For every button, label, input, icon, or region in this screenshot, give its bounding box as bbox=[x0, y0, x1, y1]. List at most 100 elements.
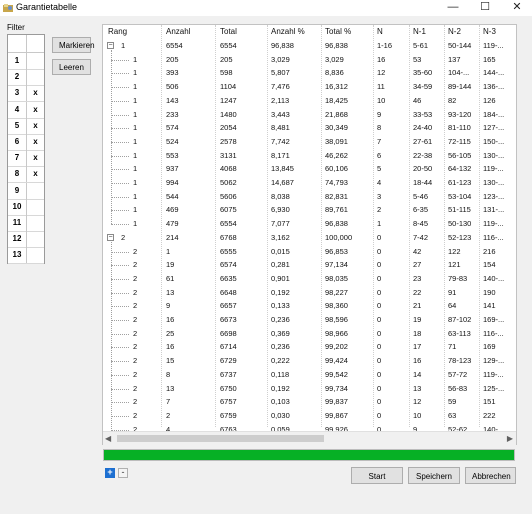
filter-row-mark[interactable] bbox=[27, 215, 44, 231]
maximize-button[interactable]: ☐ bbox=[472, 0, 498, 16]
cell-anzahl-pct: 0,103 bbox=[271, 397, 290, 407]
filter-row-mark[interactable] bbox=[27, 183, 44, 199]
table-row[interactable]: 1 143 1247 2,113 18,425 10 46 82 126 bbox=[103, 94, 516, 108]
filter-row[interactable]: 13 bbox=[8, 247, 44, 265]
minimize-button[interactable]: — bbox=[440, 0, 466, 16]
tree-group-row[interactable]: −2 214 6768 3,162 100,000 0 7-42 52-123 116-... bbox=[103, 231, 516, 245]
table-row[interactable]: 1 469 6075 6,930 89,761 2 6-35 51-115 131-... bbox=[103, 203, 516, 217]
filter-row[interactable]: 11 bbox=[8, 215, 44, 232]
cell-total: 6555 bbox=[220, 246, 237, 256]
table-row[interactable]: 1 479 6554 7,077 96,838 1 8-45 50-130 119-... bbox=[103, 217, 516, 231]
column-header-total[interactable]: Total bbox=[220, 27, 237, 36]
start-button[interactable]: Start bbox=[351, 467, 403, 484]
cell-total-pct: 99,734 bbox=[325, 383, 348, 393]
filter-row[interactable]: 6x bbox=[8, 134, 44, 151]
filter-row-number: 10 bbox=[8, 198, 27, 215]
table-row[interactable]: 1 994 5062 14,687 74,793 4 18-44 61-123 130-... bbox=[103, 176, 516, 190]
table-row[interactable]: 1 524 2578 7,742 38,091 7 27-61 72-115 150-... bbox=[103, 135, 516, 149]
column-header-n[interactable]: N bbox=[377, 27, 383, 36]
filter-row[interactable]: 8x bbox=[8, 166, 44, 184]
filter-row-mark[interactable] bbox=[27, 69, 44, 85]
cell-anzahl: 8 bbox=[166, 369, 171, 379]
filter-row[interactable]: 9 bbox=[8, 182, 44, 200]
cancel-button[interactable]: Abbrechen bbox=[465, 467, 516, 484]
filter-row-mark[interactable]: x bbox=[27, 118, 44, 134]
cell-n: 9 bbox=[377, 109, 382, 119]
table-row[interactable]: 2 8 6737 0,118 99,542 0 14 57-72 119-... bbox=[103, 368, 516, 382]
minus-icon[interactable]: - bbox=[118, 468, 128, 478]
table-row[interactable]: 1 506 1104 7,476 16,312 11 34-59 89-144 136-... bbox=[103, 80, 516, 94]
table-row[interactable]: 2 13 6648 0,192 98,227 0 22 91 190 bbox=[103, 286, 516, 300]
filter-row[interactable]: 4x bbox=[8, 101, 44, 119]
filter-row[interactable]: 3x bbox=[8, 85, 44, 103]
table-row[interactable]: 2 61 6635 0,901 98,035 0 23 79-83 140-... bbox=[103, 272, 516, 286]
table-row[interactable]: 2 1 6555 0,015 96,853 0 42 122 216 bbox=[103, 245, 516, 259]
column-header-n2[interactable]: N-2 bbox=[448, 27, 461, 36]
cell-rang: 2 bbox=[133, 273, 138, 283]
table-row[interactable]: 1 544 5606 8,038 82,831 3 5-46 53-104 123-... bbox=[103, 190, 516, 204]
filter-row[interactable]: 5x bbox=[8, 117, 44, 135]
tree-connector bbox=[111, 251, 129, 253]
cell-n1: 10 bbox=[413, 410, 422, 420]
filter-row-mark[interactable]: x bbox=[27, 134, 44, 150]
filter-row-mark[interactable]: x bbox=[27, 85, 44, 101]
collapse-icon[interactable]: − bbox=[107, 42, 114, 49]
table-row[interactable]: 2 25 6698 0,369 98,966 0 18 63-113 116-... bbox=[103, 327, 516, 341]
column-header-rang[interactable]: Rang bbox=[108, 27, 127, 36]
filter-row-mark[interactable]: x bbox=[27, 150, 44, 166]
cell-total-pct: 30,349 bbox=[325, 123, 348, 133]
filter-row-mark[interactable]: x bbox=[27, 102, 44, 118]
collapse-icon[interactable]: − bbox=[107, 233, 114, 241]
filter-row[interactable]: 7x bbox=[8, 150, 44, 168]
filter-row[interactable]: 10 bbox=[8, 198, 44, 216]
table-row[interactable]: 1 393 598 5,807 8,836 12 35-60 104-... 144-... bbox=[103, 66, 516, 80]
cell-anzahl-pct: 7,742 bbox=[271, 136, 290, 146]
cell-n1: 22-38 bbox=[413, 150, 433, 160]
scroll-thumb[interactable] bbox=[117, 435, 324, 442]
save-button[interactable]: Speichern bbox=[408, 467, 460, 484]
table-row[interactable]: 2 9 6657 0,133 98,360 0 21 64 141 bbox=[103, 299, 516, 313]
cell-n2: 137 bbox=[448, 54, 461, 64]
table-row[interactable]: 2 16 6673 0,236 98,596 0 19 87-102 169-... bbox=[103, 313, 516, 327]
table-row[interactable]: 1 233 1480 3,443 21,868 9 33-53 93-120 184-... bbox=[103, 108, 516, 122]
cell-total-pct: 89,761 bbox=[325, 205, 348, 215]
column-header-anzahl-pct[interactable]: Anzahl % bbox=[271, 27, 305, 36]
filter-row-mark[interactable]: x bbox=[27, 166, 44, 182]
table-row[interactable]: 2 13 6750 0,192 99,734 0 13 56-83 125-... bbox=[103, 382, 516, 396]
close-button[interactable]: ✕ bbox=[504, 0, 530, 16]
scroll-left-icon[interactable]: ◀ bbox=[105, 434, 111, 443]
table-row[interactable]: 1 553 3131 8,171 46,262 6 22-38 56-105 130-... bbox=[103, 149, 516, 163]
plus-icon[interactable]: + bbox=[105, 468, 115, 478]
mark-button[interactable]: Markieren bbox=[52, 37, 95, 53]
cell-total: 6648 bbox=[220, 287, 237, 297]
table-row[interactable]: 2 7 6757 0,103 99,837 0 12 59 151 bbox=[103, 395, 516, 409]
filter-row[interactable]: 1 bbox=[8, 53, 44, 70]
column-header-total-pct[interactable]: Total % bbox=[325, 27, 351, 36]
table-row[interactable]: 2 2 6759 0,030 99,867 0 10 63 222 bbox=[103, 409, 516, 423]
tree-group-row[interactable]: −1 6554 6554 96,838 96,838 1-16 5-61 50-144 119-… bbox=[103, 39, 516, 53]
cell-anzahl-pct: 3,162 bbox=[271, 232, 290, 242]
filter-row-mark[interactable] bbox=[27, 199, 44, 215]
cell-total-pct: 98,360 bbox=[325, 301, 348, 311]
scroll-right-icon[interactable]: ▶ bbox=[507, 434, 513, 443]
cell-n3: 131-... bbox=[483, 205, 505, 215]
horizontal-scrollbar[interactable]: ◀ ▶ bbox=[103, 431, 516, 445]
cell-anzahl: 937 bbox=[166, 164, 179, 174]
cell-total-pct: 38,091 bbox=[325, 136, 348, 146]
column-header-n3[interactable]: N-3 bbox=[483, 27, 496, 36]
filter-row-mark[interactable] bbox=[27, 53, 44, 69]
tree-connector bbox=[111, 333, 129, 335]
table-row[interactable]: 1 937 4068 13,845 60,106 5 20-50 64-132 119-... bbox=[103, 162, 516, 176]
table-row[interactable]: 1 574 2054 8,481 30,349 8 24-40 81-110 127-... bbox=[103, 121, 516, 135]
filter-row-mark[interactable] bbox=[27, 247, 44, 263]
column-header-anzahl[interactable]: Anzahl bbox=[166, 27, 190, 36]
filter-row[interactable]: 12 bbox=[8, 231, 44, 249]
table-row[interactable]: 2 15 6729 0,222 99,424 0 16 78-123 129-... bbox=[103, 354, 516, 368]
table-row[interactable]: 1 205 205 3,029 3,029 16 53 137 165 bbox=[103, 53, 516, 67]
filter-row[interactable]: 2 bbox=[8, 69, 44, 87]
column-header-n1[interactable]: N-1 bbox=[413, 27, 426, 36]
filter-row-mark[interactable] bbox=[27, 231, 44, 247]
clear-button[interactable]: Leeren bbox=[52, 59, 91, 75]
table-row[interactable]: 2 19 6574 0,281 97,134 0 27 121 154 bbox=[103, 258, 516, 272]
table-row[interactable]: 2 16 6714 0,236 99,202 0 17 71 169 bbox=[103, 340, 516, 354]
